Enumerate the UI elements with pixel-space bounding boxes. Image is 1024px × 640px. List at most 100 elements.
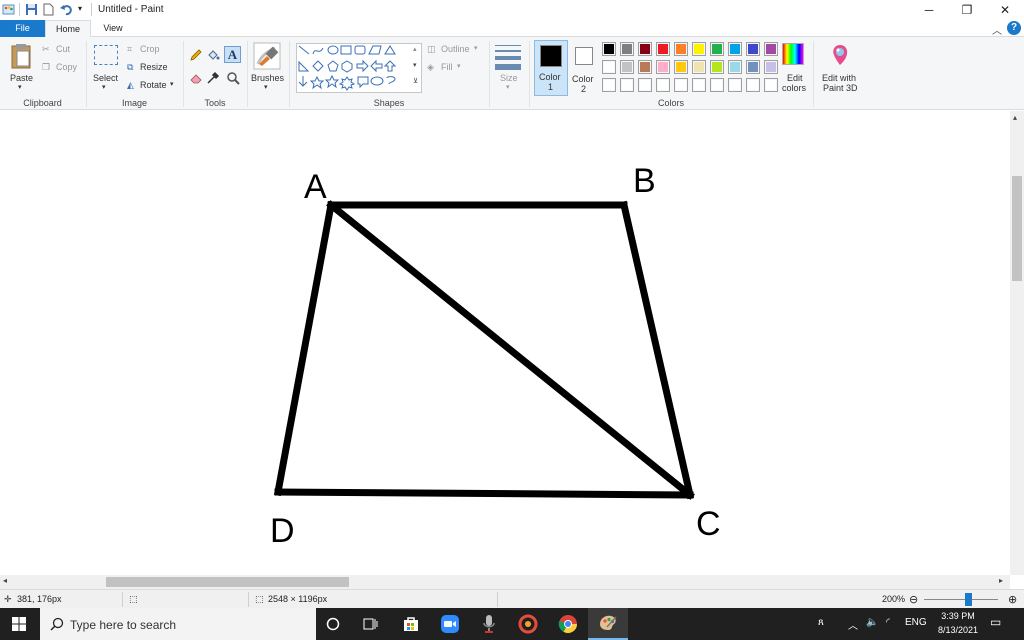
drawing-canvas[interactable]: A B C D — [0, 111, 1010, 575]
copy-button[interactable]: Copy — [56, 62, 77, 72]
edit-colors-icon[interactable] — [782, 43, 804, 65]
shapes-expand-icon[interactable]: ⊻ — [413, 77, 418, 85]
color-picker-icon[interactable] — [206, 71, 220, 85]
wifi-icon[interactable]: ◜ — [886, 617, 890, 628]
palette-swatch[interactable] — [602, 60, 616, 74]
people-icon[interactable]: ጸ — [818, 617, 824, 628]
customize-toolbar-icon[interactable]: ▾ — [78, 4, 91, 17]
brushes-dropdown-icon[interactable]: ▾ — [264, 83, 268, 91]
shapes-scroll-down-icon[interactable]: ▾ — [413, 61, 417, 69]
palette-swatch[interactable] — [674, 78, 688, 92]
rotate-dropdown-icon[interactable]: ▾ — [170, 80, 174, 88]
palette-swatch[interactable] — [656, 60, 670, 74]
scroll-left-icon[interactable]: ◂ — [3, 576, 7, 585]
collapse-ribbon-icon[interactable]: ︿ — [992, 22, 1002, 37]
scroll-right-icon[interactable]: ▸ — [999, 576, 1003, 585]
edit-colors-label-1[interactable]: Edit — [787, 73, 803, 83]
close-button[interactable]: ✕ — [986, 0, 1024, 20]
notifications-icon[interactable]: ▭ — [990, 615, 1001, 629]
palette-swatch[interactable] — [638, 78, 652, 92]
paint3d-label-1[interactable]: Edit with — [822, 73, 856, 83]
palette-swatch[interactable] — [710, 78, 724, 92]
palette-swatch[interactable] — [746, 42, 760, 56]
palette-swatch[interactable] — [674, 42, 688, 56]
palette-swatch[interactable] — [764, 42, 778, 56]
paste-button-label[interactable]: Paste — [10, 73, 33, 83]
magnifier-icon[interactable] — [226, 71, 240, 85]
palette-swatch[interactable] — [692, 42, 706, 56]
palette-swatch[interactable] — [674, 60, 688, 74]
canvas-area[interactable]: A B C D — [0, 111, 1010, 575]
eraser-icon[interactable] — [189, 71, 203, 85]
help-button[interactable]: ? — [1007, 21, 1021, 35]
store-icon[interactable] — [392, 608, 430, 640]
language-indicator[interactable]: ENG — [905, 617, 927, 628]
taskbar-search-box[interactable]: Type here to search — [40, 608, 316, 640]
undo-icon[interactable] — [60, 3, 73, 16]
paste-dropdown-icon[interactable]: ▾ — [18, 83, 22, 91]
palette-swatch[interactable] — [764, 60, 778, 74]
crop-button[interactable]: Crop — [140, 44, 160, 54]
paint-taskbar-icon[interactable] — [588, 608, 628, 640]
palette-swatch[interactable] — [728, 42, 742, 56]
palette-swatch[interactable] — [656, 42, 670, 56]
palette-swatch[interactable] — [638, 60, 652, 74]
text-tool-icon[interactable]: A — [224, 46, 241, 63]
palette-swatch[interactable] — [602, 78, 616, 92]
color2-button[interactable]: Color 2 — [570, 40, 600, 96]
zoom-slider-thumb[interactable] — [965, 593, 972, 606]
brushes-button-label[interactable]: Brushes — [251, 73, 284, 83]
color1-button[interactable]: Color 1 — [534, 40, 568, 96]
paste-icon[interactable] — [10, 43, 32, 69]
palette-swatch[interactable] — [728, 78, 742, 92]
outline-dropdown-icon[interactable]: ▾ — [474, 44, 478, 52]
size-dropdown-icon[interactable]: ▾ — [506, 83, 510, 91]
palette-swatch[interactable] — [746, 60, 760, 74]
cortana-icon[interactable] — [314, 608, 352, 640]
cut-button[interactable]: Cut — [56, 44, 70, 54]
palette-swatch[interactable] — [620, 60, 634, 74]
microphone-app-icon[interactable] — [470, 608, 508, 640]
zoom-app-icon[interactable] — [431, 608, 469, 640]
vertical-scroll-thumb[interactable] — [1012, 176, 1022, 281]
rotate-button[interactable]: Rotate — [140, 80, 167, 90]
fill-bucket-icon[interactable] — [206, 48, 220, 62]
palette-swatch[interactable] — [710, 60, 724, 74]
maximize-button[interactable]: ❐ — [948, 0, 986, 20]
palette-swatch[interactable] — [692, 60, 706, 74]
paint3d-icon[interactable] — [828, 43, 852, 67]
save-icon[interactable] — [25, 3, 38, 16]
paint3d-label-2[interactable]: Paint 3D — [823, 83, 858, 93]
tab-file[interactable]: File — [0, 20, 45, 37]
shapes-icons[interactable] — [297, 44, 415, 92]
chrome-icon[interactable] — [549, 608, 587, 640]
shapes-scroll-up-icon[interactable]: ▴ — [413, 45, 417, 53]
palette-swatch[interactable] — [620, 78, 634, 92]
palette-swatch[interactable] — [638, 42, 652, 56]
palette-swatch[interactable] — [620, 42, 634, 56]
scroll-up-icon[interactable]: ▴ — [1013, 113, 1017, 122]
task-view-icon[interactable] — [352, 608, 390, 640]
palette-swatch[interactable] — [746, 78, 760, 92]
resize-button[interactable]: Resize — [140, 62, 168, 72]
palette-swatch[interactable] — [692, 78, 706, 92]
volume-icon[interactable]: 🔈 — [866, 617, 878, 628]
brushes-icon[interactable] — [253, 42, 281, 70]
clock-date[interactable]: 8/13/2021 — [933, 625, 983, 635]
clock-time[interactable]: 3:39 PM — [938, 611, 978, 621]
vertical-scrollbar[interactable]: ▴ — [1010, 111, 1024, 575]
palette-swatch[interactable] — [764, 78, 778, 92]
app-icon-red[interactable] — [509, 608, 547, 640]
zoom-slider-track[interactable] — [924, 599, 998, 600]
size-button-label[interactable]: Size — [500, 73, 518, 83]
palette-swatch[interactable] — [710, 42, 724, 56]
horizontal-scrollbar[interactable]: ◂ ▸ — [0, 575, 1010, 589]
new-file-icon[interactable] — [42, 3, 55, 16]
fill-dropdown-icon[interactable]: ▾ — [457, 62, 461, 70]
horizontal-scroll-thumb[interactable] — [106, 577, 349, 587]
pencil-icon[interactable] — [189, 48, 203, 62]
outline-button[interactable]: Outline — [441, 44, 470, 54]
paint-app-icon[interactable] — [2, 3, 15, 16]
size-icon[interactable] — [495, 45, 521, 71]
palette-swatch[interactable] — [728, 60, 742, 74]
